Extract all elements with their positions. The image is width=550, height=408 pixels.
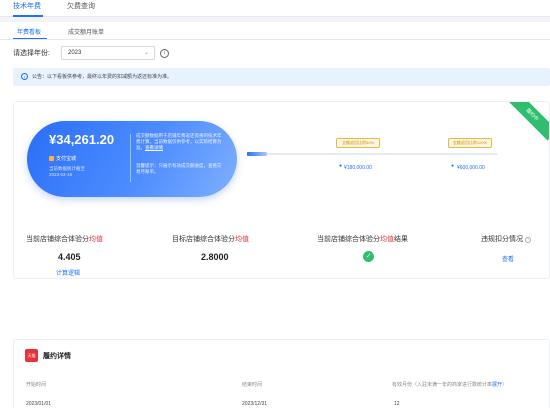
notice-text: 公告：以下看板供参考，最终以年费的扣减额为返还标准为准。 bbox=[32, 74, 173, 80]
active-tab-indicator bbox=[13, 15, 43, 17]
milestone-dot-icon: ● bbox=[339, 163, 343, 169]
column-header-text: 有效月份（入驻未满一年的商家进行数统计率 bbox=[392, 382, 493, 388]
stat-label-text: 违规扣分情况 bbox=[481, 236, 523, 243]
start-date-value: 2023/01/01 bbox=[26, 401, 52, 407]
milestone-value-2: ¥600,000.00 bbox=[457, 165, 485, 171]
stat-label-text: 当前店铺综合体验分 bbox=[317, 236, 380, 243]
stat-violation-label: 违规扣分情况? bbox=[481, 234, 531, 244]
top-tab-bar: 技术年费 欠费查询 bbox=[0, 0, 550, 17]
column-header-valid-months: 有效月份（入驻未满一年的商家进行数统计率展开） bbox=[392, 381, 507, 388]
year-select[interactable]: 2023 ⌄ bbox=[61, 46, 155, 60]
data-cutoff-date: 2023-03-19 bbox=[49, 172, 73, 177]
milestone-value-1: ¥180,000.00 bbox=[344, 165, 372, 171]
stat-label-suffix: 结果 bbox=[394, 236, 408, 243]
stat-target-score-label: 目标店铺综合体验分均值 bbox=[172, 234, 249, 244]
hero-description: 成交额数据用于店铺年费返还资格的技术年费计算，当前数据仅供参考，以实际结算为准。… bbox=[136, 133, 224, 151]
stat-current-score-value: 4.405 bbox=[58, 252, 81, 262]
year-filter-row: 请选择年份: 2023 ⌄ i bbox=[13, 46, 169, 60]
tmall-logo-icon: 天猫 bbox=[25, 349, 38, 362]
detail-title: 履约详情 bbox=[43, 353, 71, 360]
fee-board-card: ¥34,261.20 支付宝城 当前数据统计截至 2023-03-19 成交额数… bbox=[13, 101, 550, 279]
hero-description-link[interactable]: 查看详情 bbox=[145, 145, 163, 150]
brand-label: 支付宝城 bbox=[49, 155, 76, 162]
hero-divider bbox=[130, 134, 131, 182]
end-date-value: 2023/12/31 bbox=[242, 401, 268, 407]
chevron-down-icon: ⌄ bbox=[143, 50, 149, 56]
notice-banner: i 公告：以下看板供参考，最终以年费的扣减额为返还标准为准。 bbox=[13, 68, 550, 86]
turnover-amount: ¥34,261.20 bbox=[49, 132, 115, 147]
brand-text: 支付宝城 bbox=[56, 156, 77, 162]
tab-tech-fee[interactable]: 技术年费 bbox=[13, 1, 41, 11]
stat-score-result-label: 当前店铺综合体验分均值结果 bbox=[317, 234, 408, 244]
stat-label-highlight: 均值 bbox=[380, 236, 394, 243]
stat-label-highlight: 均值 bbox=[235, 236, 249, 243]
stat-label-text: 目标店铺综合体验分 bbox=[172, 236, 235, 243]
stat-label-highlight: 均值 bbox=[89, 236, 103, 243]
valid-months-value: 12 bbox=[394, 401, 400, 407]
info-circle-icon: i bbox=[21, 73, 28, 80]
sub-tab-bar: 年费看板 成交额月账单 bbox=[0, 22, 550, 40]
stat-target-score-value: 2.8000 bbox=[201, 252, 229, 262]
tab-arrears-query[interactable]: 欠费查询 bbox=[67, 1, 95, 11]
stat-current-score-label: 当前店铺综合体验分均值 bbox=[26, 234, 103, 244]
info-icon[interactable]: i bbox=[160, 49, 169, 58]
turnover-hero: ¥34,261.20 支付宝城 当前数据统计截至 2023-03-19 成交额数… bbox=[27, 121, 237, 197]
milestone-dot-icon: ● bbox=[451, 163, 455, 169]
hero-tip: 温馨提示：只展示有效成交额进度，查看交易月账单。 bbox=[136, 163, 222, 174]
milestone-tag-2: 全额退回比例100% bbox=[448, 138, 492, 148]
status-ribbon: 履约中 bbox=[506, 102, 549, 141]
column-header-tail: ） bbox=[502, 382, 508, 388]
expand-link[interactable]: 展开 bbox=[492, 382, 502, 388]
tab-annual-fee-board[interactable]: 年费看板 bbox=[17, 27, 41, 36]
year-filter-label: 请选择年份: bbox=[13, 50, 50, 57]
column-header-start: 开始时间 bbox=[26, 382, 47, 388]
view-violations-link[interactable]: 查看 bbox=[502, 254, 514, 263]
progress-fill bbox=[247, 152, 267, 156]
tab-monthly-bill[interactable]: 成交额月账单 bbox=[68, 27, 104, 36]
calc-logic-link[interactable]: 计算逻辑 bbox=[56, 268, 80, 277]
brand-logo-icon bbox=[49, 156, 54, 161]
question-icon[interactable]: ? bbox=[525, 237, 531, 243]
progress-track bbox=[247, 153, 497, 155]
milestone-tag-1: 全额退回比例50% bbox=[336, 138, 380, 148]
year-select-value: 2023 bbox=[68, 50, 82, 56]
check-icon: ✓ bbox=[363, 251, 374, 262]
column-header-end: 结束时间 bbox=[242, 382, 263, 388]
fulfillment-detail-card: 天猫 履约详情 开始时间 结束时间 有效月份（入驻未满一年的商家进行数统计率展开… bbox=[13, 339, 550, 408]
main-content: 请选择年份: 2023 ⌄ i i 公告：以下看板供参考，最终以年费的扣减额为返… bbox=[0, 40, 550, 408]
stat-label-text: 当前店铺综合体验分 bbox=[26, 236, 89, 243]
